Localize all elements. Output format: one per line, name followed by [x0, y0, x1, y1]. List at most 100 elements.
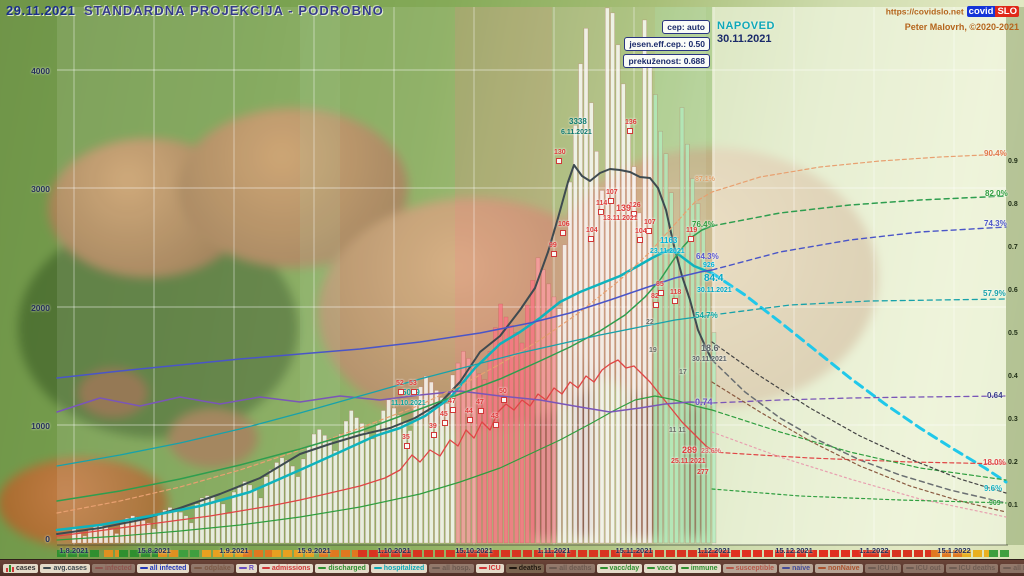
timeline-segment [446, 550, 455, 557]
legend-item-vacc[interactable]: vacc [644, 564, 676, 573]
legend-item-susceptible[interactable]: susceptible [723, 564, 778, 573]
param-prekuzenost[interactable]: prekuženost: 0.688 [623, 54, 710, 68]
legend-item-label: susceptible [736, 565, 775, 572]
timeline-segment [305, 550, 314, 557]
daily-cases-bar [232, 492, 236, 543]
page-title: STANDARDNA PROJEKCIJA - PODROBNO [84, 3, 384, 18]
daily-cases-bar [675, 238, 679, 543]
timeline-segment [391, 550, 400, 557]
timeline-segment [435, 550, 444, 557]
daily-cases-bar [227, 513, 231, 543]
legend-item-label: cases [16, 565, 35, 572]
timeline-segment [699, 550, 708, 557]
timeline-segment [243, 550, 252, 557]
series-line-icon [318, 567, 326, 569]
daily-cases-bar [685, 144, 689, 543]
legend-item-label: vacc/day [610, 565, 640, 572]
daily-cases-bar [488, 351, 492, 543]
legend-item-label: nonNaive [828, 565, 860, 572]
series-line-icon [194, 567, 202, 569]
cases-bars-icon [6, 565, 14, 572]
legend-item-r[interactable]: R [236, 564, 257, 573]
daily-cases-bar [573, 125, 577, 543]
legend-item-label: vacc [657, 565, 673, 572]
timeline-segment [589, 550, 598, 557]
daily-cases-bar [371, 439, 375, 543]
legend-item-label: discharged [328, 565, 365, 572]
legend-item-icu-deaths[interactable]: ICU deaths [946, 564, 999, 573]
timeline-segment [753, 550, 762, 557]
legend-item-deaths[interactable]: deaths [506, 564, 545, 573]
daily-cases-bar [568, 182, 572, 543]
daily-cases-bar [291, 466, 295, 543]
daily-cases-bar [440, 398, 444, 544]
timeline-segment [720, 550, 729, 557]
legend-item-odplake[interactable]: odplake [191, 564, 233, 573]
series-line-icon [681, 567, 689, 569]
param-jesen-eff-cep[interactable]: jesen.eff.cep.: 0.50 [624, 37, 710, 51]
timeline-segment [224, 550, 233, 557]
daily-cases-bar [451, 375, 455, 543]
daily-cases-bar [605, 8, 609, 543]
projection-chart[interactable] [0, 0, 1024, 576]
daily-cases-bar [589, 103, 593, 543]
legend-item-nonnaive[interactable]: nonNaive [815, 564, 863, 573]
legend-item-vacc-day[interactable]: vacc/day [597, 564, 643, 573]
daily-cases-bar [509, 325, 513, 543]
daily-cases-bar [307, 446, 311, 543]
legend-item-hospitalized[interactable]: hospitalized [371, 564, 427, 573]
daily-cases-bar [680, 108, 684, 544]
timeline-segment [764, 550, 773, 557]
timeline-segment [841, 550, 850, 557]
timeline-segment [742, 550, 751, 557]
legend-item-all-infected[interactable]: all infected [137, 564, 190, 573]
timeline-segment [413, 550, 422, 557]
timeline-segment [578, 550, 587, 557]
daily-cases-bar [579, 64, 583, 543]
legend-item-icu-out[interactable]: ICU out [903, 564, 944, 573]
forecast-box: NAPOVED 30.11.2021 [717, 20, 775, 46]
series-line-icon [549, 567, 557, 569]
daily-cases-bar [296, 477, 300, 543]
daily-cases-bar [83, 536, 87, 543]
series-line-icon [43, 567, 51, 569]
legend-item-label: ICU [489, 565, 501, 572]
site-url-link[interactable]: https://covidslo.net [886, 6, 964, 16]
legend-item-label: admissions [272, 565, 311, 572]
daily-cases-bar [477, 374, 481, 543]
daily-cases-bar [445, 403, 449, 543]
daily-cases-bar [669, 193, 673, 543]
daily-cases-bar [707, 286, 711, 543]
daily-cases-bar [616, 45, 620, 543]
legend-item-all-icu[interactable]: all ICU [1000, 564, 1024, 573]
legend-item-admissions[interactable]: admissions [259, 564, 314, 573]
legend-item-immune[interactable]: immune [678, 564, 721, 573]
daily-cases-bar [157, 515, 161, 543]
legend-item-label: odplake [204, 565, 230, 572]
covid-projection-dashboard: 1.8.202115.8.20211.9.202115.9.20211.10.2… [0, 0, 1024, 576]
daily-cases-bar [525, 305, 529, 543]
daily-cases-bar [173, 509, 177, 543]
daily-cases-bar [531, 280, 535, 543]
legend-item-avg-cases[interactable]: avg.cases [40, 564, 89, 573]
legend-item-all-hosp-[interactable]: all hosp. [429, 564, 473, 573]
param-cep[interactable]: cep: auto [662, 20, 710, 34]
timeline-segment [90, 550, 99, 557]
legend-item-cases[interactable]: cases [3, 564, 38, 573]
timeline-segment [633, 550, 642, 557]
legend-item-icu[interactable]: ICU [476, 564, 504, 573]
timeline-segment [490, 550, 499, 557]
timeline-segment [892, 550, 901, 557]
legend-item-discharged[interactable]: discharged [315, 564, 368, 573]
legend-item-icu-in[interactable]: ICU in [865, 564, 901, 573]
timeline-segment [819, 550, 828, 557]
series-line-icon [782, 567, 790, 569]
daily-cases-bar [365, 432, 369, 543]
timeline-segment [319, 550, 328, 557]
legend-item-naive[interactable]: naive [779, 564, 813, 573]
timeline-segment [852, 550, 861, 557]
legend-item-all-deaths[interactable]: all deaths [546, 564, 594, 573]
forecast-date: 30.11.2021 [717, 33, 775, 46]
daily-cases-bar [595, 151, 599, 543]
legend-item-infected[interactable]: infected [92, 564, 135, 573]
